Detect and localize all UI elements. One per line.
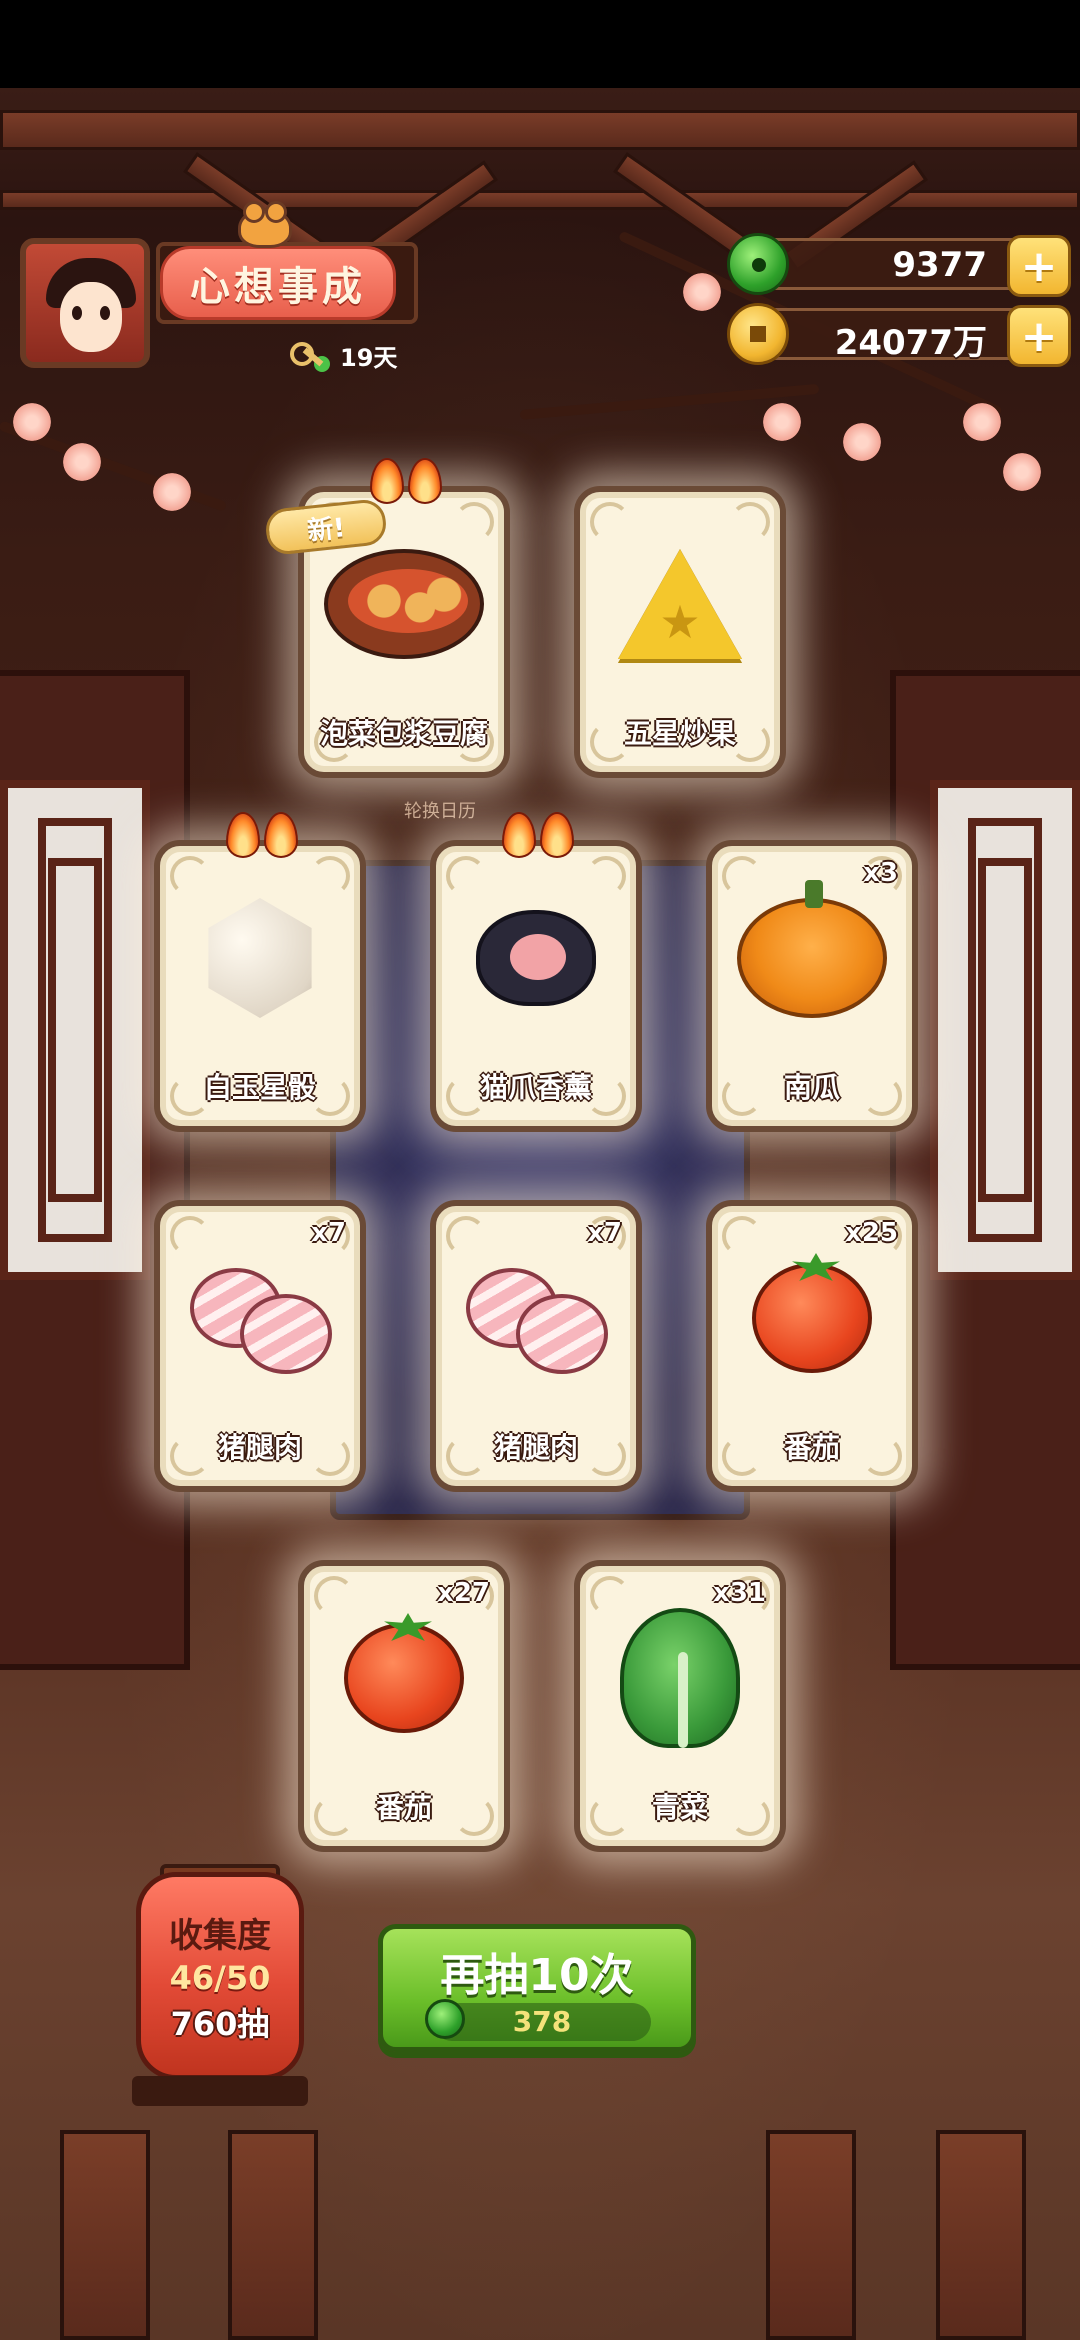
card-name: 猫爪香薰 (479, 1071, 592, 1104)
collection-label: 收集度 (169, 1915, 271, 1956)
star-icon: ★ (659, 595, 701, 649)
card-name: 猪腿肉 (493, 1431, 578, 1464)
card-name: 青菜 (651, 1791, 708, 1824)
blossom (1000, 450, 1044, 494)
blossom (10, 400, 54, 444)
pork-leg-icon (466, 1268, 608, 1374)
card-name: 番茄 (783, 1431, 840, 1464)
card-quantity: x7 (587, 1218, 622, 1248)
tomato-icon (344, 1623, 464, 1733)
jade-amount: 9377 (892, 245, 987, 285)
blossom (680, 270, 724, 314)
reward-card[interactable]: 新! 泡菜包浆豆腐 (263, 458, 510, 778)
draw-ten-again-button[interactable]: 再抽10次 378 (378, 1924, 696, 2052)
card-quantity: x7 (311, 1218, 346, 1248)
reward-card[interactable]: 猫爪香薰 (430, 812, 642, 1132)
tiger-head-icon (238, 201, 292, 248)
total-draws: 760抽 (170, 2004, 270, 2043)
left-lattice-window (0, 780, 150, 1280)
card-quantity: x27 (437, 1578, 490, 1608)
card-name: 番茄 (375, 1791, 432, 1824)
draw-cost: 378 (425, 1999, 651, 2041)
greens-icon (620, 1608, 740, 1748)
floor-post (766, 2130, 856, 2340)
card-name: 泡菜包浆豆腐 (319, 717, 488, 750)
tofu-dish-icon (324, 549, 484, 659)
flame-icon (408, 458, 442, 504)
blossom (840, 420, 884, 464)
draw-cost-value: 378 (512, 2005, 572, 2038)
add-jade-button[interactable]: + (1007, 235, 1071, 297)
reward-card[interactable]: x31 青菜 (574, 1560, 786, 1852)
reward-card[interactable]: 白玉星骰 (154, 812, 366, 1132)
blossom (960, 400, 1004, 444)
roof-beam (0, 190, 1080, 210)
card-name: 南瓜 (783, 1071, 840, 1104)
card-quantity: x3 (863, 858, 898, 888)
blossom (60, 440, 104, 484)
jade-icon (727, 233, 789, 295)
floor-post (60, 2130, 150, 2340)
blossom (760, 400, 804, 444)
collection-progress: 46/50 (169, 1958, 271, 1997)
floor-post (228, 2130, 318, 2340)
right-lattice-window (930, 780, 1080, 1280)
coin-amount: 24077万 (834, 323, 987, 363)
reward-card[interactable]: x7 猪腿肉 (154, 1200, 366, 1492)
floor-post (936, 2130, 1026, 2340)
flame-icon (226, 812, 260, 858)
calendar-caption: 轮换日历 (404, 801, 476, 822)
pork-leg-icon (190, 1268, 332, 1374)
collection-lantern[interactable]: 收集度 46/50 760抽 (136, 1872, 304, 2080)
roof-beam (0, 110, 1080, 150)
add-coins-button[interactable]: + (1007, 305, 1071, 367)
flame-icon (502, 812, 536, 858)
card-name: 五星炒果 (623, 717, 736, 750)
rarity-flames (370, 458, 450, 508)
flame-icon (264, 812, 298, 858)
days-label: 19天 (340, 344, 398, 372)
reward-card[interactable]: ★ 五星炒果 (574, 486, 786, 778)
pumpkin-icon (737, 880, 887, 1018)
lantern-stand (132, 2076, 308, 2106)
card-quantity: x25 (845, 1218, 898, 1248)
title-banner: 心想事成 (160, 246, 396, 320)
coin-icon (727, 303, 789, 365)
coin-currency-bar: 24077万 + (727, 303, 1071, 367)
reward-card[interactable]: x25 番茄 (706, 1200, 918, 1492)
card-name: 猪腿肉 (217, 1431, 302, 1464)
tomato-icon (752, 1263, 872, 1373)
cat-paw-candle-icon (476, 910, 596, 1006)
title-plaque[interactable]: 心想事成 (156, 242, 418, 324)
reward-card[interactable]: x27 番茄 (298, 1560, 510, 1852)
jade-currency-bar: 9377 + (727, 233, 1071, 297)
flame-icon (540, 812, 574, 858)
flame-icon (370, 458, 404, 504)
card-quantity: x31 (713, 1578, 766, 1608)
player-avatar[interactable] (20, 238, 150, 368)
login-days: 19天 (288, 338, 397, 373)
rarity-flames (226, 812, 306, 862)
rarity-flames (502, 812, 582, 862)
blossom (150, 470, 194, 514)
reward-card[interactable]: x3 南瓜 (706, 840, 918, 1132)
key-icon (288, 340, 330, 372)
draw-button-label: 再抽10次 (440, 1950, 634, 2001)
reward-card[interactable]: x7 猪腿肉 (430, 1200, 642, 1492)
jade-dice-icon (208, 898, 312, 1018)
card-name: 白玉星骰 (203, 1071, 316, 1104)
